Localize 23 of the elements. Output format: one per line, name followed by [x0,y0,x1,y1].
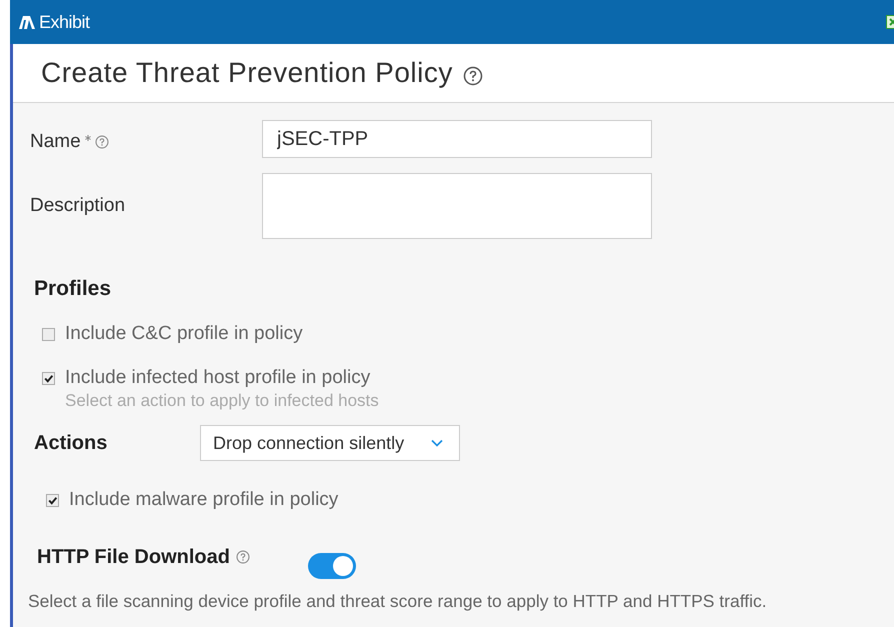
checkbox[interactable] [42,328,55,340]
checkbox[interactable] [42,372,55,384]
checkbox-label: Include malware profile in policy [69,489,338,511]
chevron-down-icon [431,439,443,447]
checkbox[interactable] [46,494,59,506]
help-icon[interactable] [94,135,109,149]
section-heading: Profiles [34,277,112,301]
field-label: Description [30,195,126,217]
actions-label: Actions [34,432,108,454]
http-download-label: HTTP File Download [37,546,230,568]
description-field[interactable] [262,173,652,239]
window-title: Exhibit [39,12,90,32]
toggle-switch[interactable] [308,553,356,579]
dialog-title: Create Threat Prevention Policy [41,57,453,89]
description-text: Select a file scanning device profile and threat score range to apply to HTTP and HTTPS traffic. [28,591,768,612]
help-icon[interactable] [236,550,250,564]
checkbox-label: Include infected host profile in policy [65,367,370,389]
help-icon[interactable] [462,66,483,86]
field-label: Name [30,131,81,153]
hint-text: Select an action to apply to infected hosts [65,391,380,411]
checkbox-label: Include C&C profile in policy [65,323,303,345]
action-dropdown[interactable]: Drop connection silently [200,425,460,461]
exhibit-icon [18,14,36,30]
